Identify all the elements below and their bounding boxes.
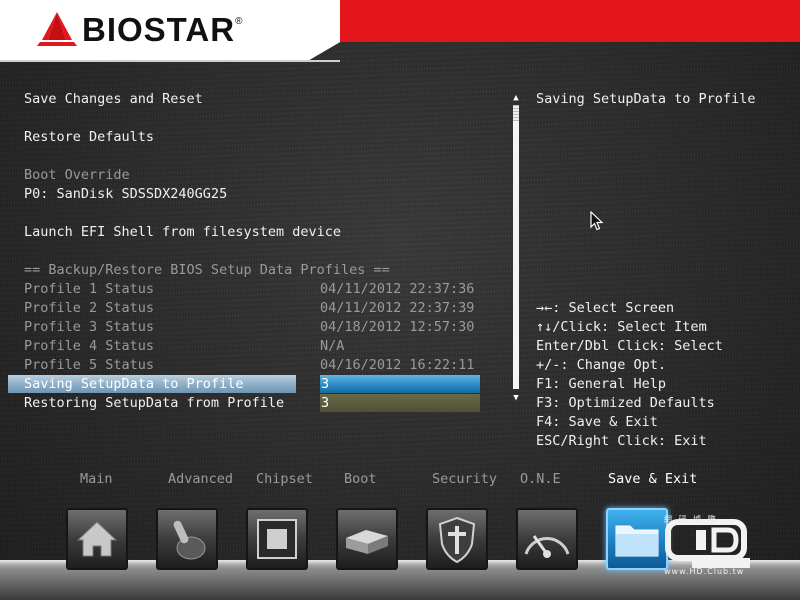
up-down-arrows-icon: ↑↓ <box>536 319 553 335</box>
scroll-down-arrow-icon[interactable]: ▼ <box>511 393 521 403</box>
registered-mark: ® <box>235 16 243 27</box>
gauge-icon <box>524 535 570 558</box>
boot-override-header: Boot Override <box>24 167 130 183</box>
help-key-line: →←: Select Screen <box>536 300 674 316</box>
profile-status-label: Profile 3 Status <box>24 319 155 335</box>
watermark-chinese-text: 網 研 據 際 <box>664 515 718 524</box>
restore-defaults-item[interactable]: Restore Defaults <box>24 129 154 145</box>
menu-scrollbar[interactable]: ▲ ▼ <box>511 93 521 411</box>
tab-chipset[interactable]: Chipset <box>256 471 313 487</box>
profile-status-value: 04/11/2012 22:37:36 <box>320 281 475 297</box>
restoring-profile-select[interactable] <box>320 394 480 412</box>
save-changes-reset-item[interactable]: Save Changes and Reset <box>24 91 203 107</box>
restoring-profile-value: 3 <box>321 395 330 411</box>
profile-status-label: Profile 4 Status <box>24 338 155 354</box>
scroll-up-arrow-icon[interactable]: ▲ <box>511 93 521 103</box>
help-key-line: +/-: Change Opt. <box>536 357 667 373</box>
profile-status-value: 04/18/2012 12:57:30 <box>320 319 475 335</box>
saving-profile-value: 3 <box>321 376 330 392</box>
help-key-text: /Click: Select Item <box>552 319 707 335</box>
tab-boot[interactable]: Boot <box>344 471 377 487</box>
tab-one[interactable]: O.N.E <box>520 471 561 487</box>
biostar-flame-icon <box>37 12 77 46</box>
left-right-arrows-icon: →← <box>536 300 553 316</box>
saving-setupdata-item[interactable]: Saving SetupData to Profile <box>24 376 243 392</box>
help-key-line: Enter/Dbl Click: Select <box>536 338 723 354</box>
restoring-setupdata-item[interactable]: Restoring SetupData from Profile <box>24 395 284 411</box>
save-exit-dock-button[interactable] <box>606 508 668 570</box>
profile-status-value: N/A <box>320 338 345 354</box>
boot-device-item[interactable]: P0: SanDisk SDSSDX240GG25 <box>24 186 227 202</box>
help-key-line: ↑↓/Click: Select Item <box>536 319 707 335</box>
help-key-line: F3: Optimized Defaults <box>536 395 715 411</box>
tab-main[interactable]: Main <box>80 471 113 487</box>
header-divider <box>0 60 340 62</box>
header-bar: BIOSTAR ® <box>0 0 800 62</box>
profile-status-value: 04/16/2012 16:22:11 <box>320 357 475 373</box>
drive-icon <box>346 530 388 554</box>
help-key-line: F1: General Help <box>536 376 667 392</box>
tab-save-exit[interactable]: Save & Exit <box>608 471 697 487</box>
help-key-line: ESC/Right Click: Exit <box>536 433 707 449</box>
profile-status-label: Profile 5 Status <box>24 357 155 373</box>
shield-icon <box>438 516 476 564</box>
saving-profile-select[interactable] <box>320 375 480 393</box>
tab-advanced[interactable]: Advanced <box>168 471 233 487</box>
profile-status-label: Profile 2 Status <box>24 300 155 316</box>
help-key-text: : Select Screen <box>552 300 675 316</box>
mouse-pointer-icon <box>590 211 604 231</box>
advanced-dock-button[interactable] <box>156 508 218 570</box>
tab-security[interactable]: Security <box>432 471 497 487</box>
scroll-grip[interactable] <box>513 105 519 121</box>
profile-status-label: Profile 1 Status <box>24 281 155 297</box>
biostar-logo: BIOSTAR ® <box>34 8 242 52</box>
main-dock-button[interactable] <box>66 508 128 570</box>
help-key-line: F4: Save & Exit <box>536 414 658 430</box>
profiles-section-header: == Backup/Restore BIOS Setup Data Profil… <box>24 262 390 278</box>
one-dock-button[interactable] <box>516 508 578 570</box>
home-icon <box>76 521 118 557</box>
folder-exit-icon <box>615 525 659 557</box>
scroll-track[interactable] <box>513 105 519 389</box>
help-description: Saving SetupData to Profile <box>536 91 756 107</box>
security-dock-button[interactable] <box>426 508 488 570</box>
chipset-dock-button[interactable] <box>246 508 308 570</box>
launch-efi-shell-item[interactable]: Launch EFI Shell from filesystem device <box>24 224 341 240</box>
profile-status-value: 04/11/2012 22:37:39 <box>320 300 475 316</box>
boot-dock-button[interactable] <box>336 508 398 570</box>
chip-icon <box>257 519 297 559</box>
watermark-url: www.HD.Club.tw <box>664 567 745 576</box>
joystick-icon <box>173 520 206 560</box>
brand-name: BIOSTAR <box>82 11 236 48</box>
